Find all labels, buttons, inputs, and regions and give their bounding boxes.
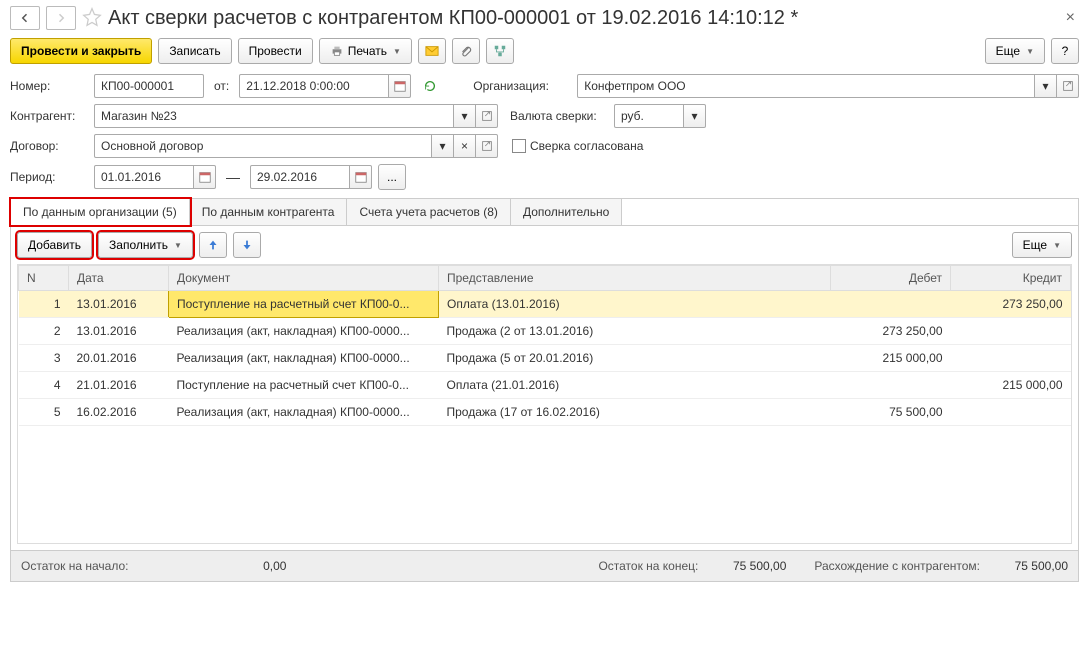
table-row[interactable]: 421.01.2016Поступление на расчетный счет… — [19, 372, 1071, 399]
col-doc[interactable]: Документ — [169, 266, 439, 291]
back-button[interactable] — [10, 6, 40, 30]
tab-extra[interactable]: Дополнительно — [511, 199, 622, 225]
period-to-input[interactable]: 29.02.2016 — [250, 165, 350, 189]
balance-end-label: Остаток на конец: — [598, 559, 698, 573]
tab-org-data[interactable]: По данным организации (5) — [11, 199, 190, 225]
tab-partner-data[interactable]: По данным контрагента — [190, 199, 348, 225]
dropdown-icon[interactable]: ▾ — [454, 104, 476, 128]
move-down-button[interactable] — [233, 232, 261, 258]
contract-label: Договор: — [10, 139, 88, 153]
contract-input[interactable]: Основной договор — [94, 134, 432, 158]
diff-label: Расхождение с контрагентом: — [814, 559, 980, 573]
open-icon[interactable] — [476, 104, 498, 128]
add-button[interactable]: Добавить — [17, 232, 92, 258]
balance-start-value: 0,00 — [136, 559, 286, 573]
period-from-input[interactable]: 01.01.2016 — [94, 165, 194, 189]
forward-button[interactable] — [46, 6, 76, 30]
dropdown-icon[interactable]: ▾ — [1035, 74, 1057, 98]
arrow-up-icon — [206, 238, 220, 252]
col-date[interactable]: Дата — [69, 266, 169, 291]
email-button[interactable] — [418, 38, 446, 64]
attach-button[interactable] — [452, 38, 480, 64]
balance-end-value: 75 500,00 — [706, 559, 786, 573]
period-select-button[interactable]: ... — [378, 164, 406, 190]
table-row[interactable]: 213.01.2016Реализация (акт, накладная) К… — [19, 318, 1071, 345]
col-debit[interactable]: Дебет — [831, 266, 951, 291]
panel-more-button[interactable]: Еще▼ — [1012, 232, 1072, 258]
write-button[interactable]: Записать — [158, 38, 231, 64]
period-label: Период: — [10, 170, 88, 184]
calendar-icon[interactable] — [194, 165, 216, 189]
structure-icon — [493, 44, 507, 58]
balance-start-label: Остаток на начало: — [21, 559, 128, 573]
star-icon[interactable] — [82, 7, 102, 30]
refresh-icon[interactable] — [423, 79, 437, 93]
partner-label: Контрагент: — [10, 109, 88, 123]
move-up-button[interactable] — [199, 232, 227, 258]
org-label: Организация: — [473, 79, 571, 93]
post-and-close-button[interactable]: Провести и закрыть — [10, 38, 152, 64]
open-icon[interactable] — [476, 134, 498, 158]
tab-accounts[interactable]: Счета учета расчетов (8) — [347, 199, 510, 225]
structure-button[interactable] — [486, 38, 514, 64]
calendar-icon[interactable] — [389, 74, 411, 98]
col-repr[interactable]: Представление — [439, 266, 831, 291]
print-button[interactable]: Печать▼ — [319, 38, 412, 64]
paperclip-icon — [459, 44, 473, 58]
table-row[interactable]: 320.01.2016Реализация (акт, накладная) К… — [19, 345, 1071, 372]
arrow-down-icon — [240, 238, 254, 252]
help-button[interactable]: ? — [1051, 38, 1079, 64]
post-button[interactable]: Провести — [238, 38, 313, 64]
number-label: Номер: — [10, 79, 88, 93]
diff-value: 75 500,00 — [988, 559, 1068, 573]
from-label: от: — [214, 79, 229, 93]
printer-icon — [330, 44, 344, 58]
clear-icon[interactable]: × — [454, 134, 476, 158]
currency-input[interactable]: руб. — [614, 104, 684, 128]
page-title: Акт сверки расчетов с контрагентом КП00-… — [108, 7, 1056, 30]
close-icon[interactable]: × — [1062, 9, 1079, 27]
partner-input[interactable]: Магазин №23 — [94, 104, 454, 128]
number-input[interactable]: КП00-000001 — [94, 74, 204, 98]
col-credit[interactable]: Кредит — [951, 266, 1071, 291]
agreed-checkbox[interactable]: Сверка согласована — [512, 139, 643, 153]
dropdown-icon[interactable]: ▾ — [684, 104, 706, 128]
col-n[interactable]: N — [19, 266, 69, 291]
calendar-icon[interactable] — [350, 165, 372, 189]
open-icon[interactable] — [1057, 74, 1079, 98]
table-row[interactable]: 516.02.2016Реализация (акт, накладная) К… — [19, 399, 1071, 426]
entries-table: N Дата Документ Представление Дебет Кред… — [18, 265, 1071, 426]
envelope-icon — [425, 44, 439, 58]
date-input[interactable]: 21.12.2018 0:00:00 — [239, 74, 389, 98]
dropdown-icon[interactable]: ▾ — [432, 134, 454, 158]
org-input[interactable]: Конфетпром ООО — [577, 74, 1035, 98]
table-row[interactable]: 113.01.2016Поступление на расчетный счет… — [19, 291, 1071, 318]
fill-button[interactable]: Заполнить▼ — [98, 232, 193, 258]
more-button[interactable]: Еще▼ — [985, 38, 1045, 64]
currency-label: Валюта сверки: — [510, 109, 608, 123]
